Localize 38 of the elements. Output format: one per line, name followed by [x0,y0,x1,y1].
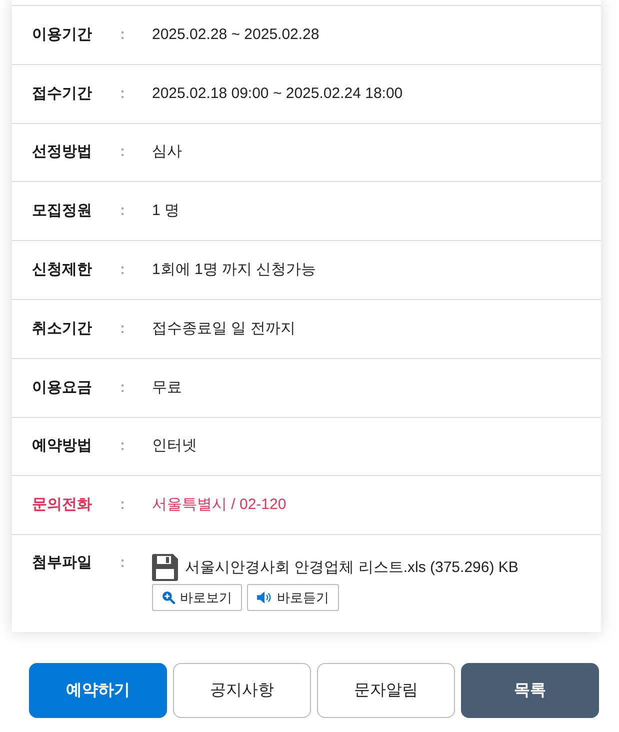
colon-separator: : [120,378,125,398]
colon-separator: : [120,436,125,456]
field-value: 무료 [152,378,182,398]
field-label: 취소기간 [32,318,93,339]
colon-separator: : [120,24,125,45]
field-label: 첨부파일 [32,553,93,574]
field-label: 예약방법 [32,436,93,456]
colon-separator: : [120,553,125,574]
colon-separator: : [120,142,125,162]
field-value: 2025.02.18 09:00 ~ 2025.02.24 18:00 [152,84,403,104]
field-value: 인터넷 [152,436,197,456]
field-value: 서울특별시 / 02-120 [152,495,286,516]
field-value: 1회에 1명 까지 신청가능 [152,260,316,280]
field-label: 선정방법 [32,142,93,162]
field-label: 접수기간 [32,84,93,104]
colon-separator: : [120,318,125,339]
file-name: 서울시안경사회 안경업체 리스트.xls (375.296) KB [185,558,518,578]
action-button[interactable]: 문자알림 [317,663,455,718]
field-value: 심사 [152,142,182,162]
colon-separator: : [120,495,125,516]
view-button[interactable]: 바로보기 [152,584,242,612]
action-button[interactable]: 공지사항 [173,663,311,718]
action-button[interactable]: 예약하기 [29,663,167,718]
field-label: 신청제한 [32,260,93,280]
zoom-in-icon [162,591,175,604]
field-label: 문의전화 [32,495,93,516]
field-label: 모집정원 [32,201,93,222]
field-value: 접수종료일 일 전까지 [152,318,296,339]
colon-separator: : [120,201,125,222]
field-label: 이용요금 [32,378,93,398]
field-value: 1 명 [152,201,180,222]
listen-button[interactable]: 바로듣기 [247,584,339,612]
action-button[interactable]: 목록 [461,663,599,718]
field-value: 2025.02.28 ~ 2025.02.28 [152,24,320,45]
colon-separator: : [120,260,125,280]
field-label: 이용기간 [32,24,93,45]
speaker-icon [257,591,272,604]
colon-separator: : [120,84,125,104]
